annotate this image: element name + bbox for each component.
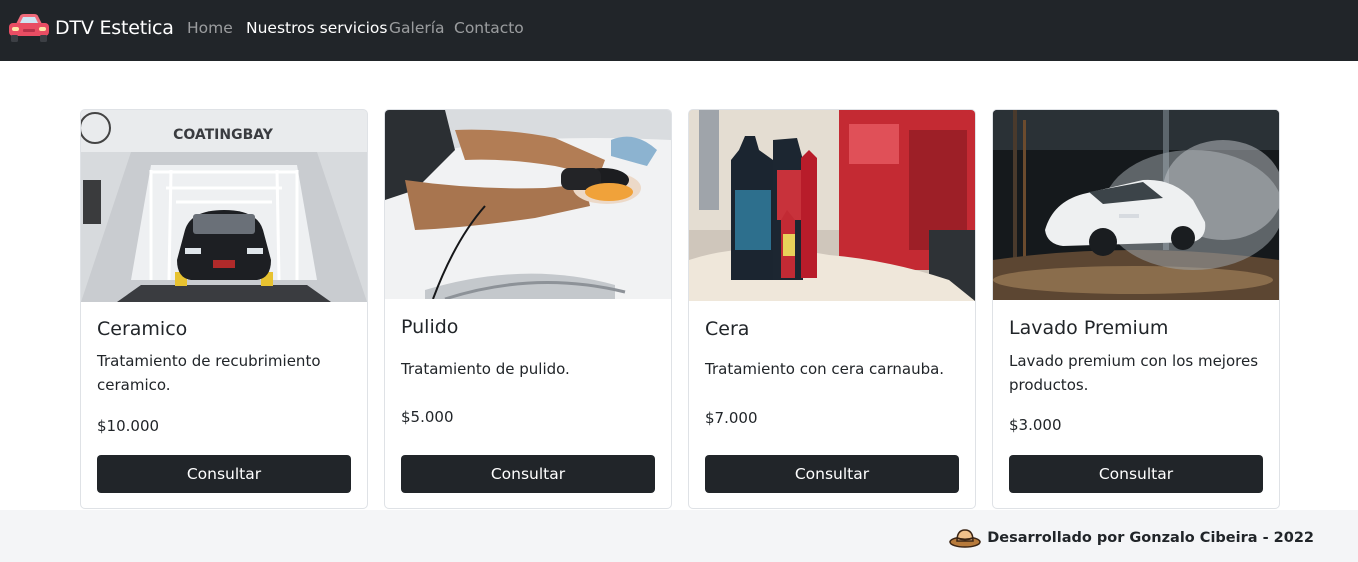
consultar-button-pulido[interactable]: Consultar [401,455,655,493]
coatingbay-sign: COATINGBAY [173,127,274,143]
brand-name: DTV Estetica [55,17,174,39]
card-title-ceramico: Ceramico [97,318,188,340]
nav-link-galeria[interactable]: Galería [389,19,445,37]
service-card-ceramico: COATINGBAY Ceramico Tratamiento de recub… [80,109,368,509]
consultar-button-ceramico[interactable]: Consultar [97,455,351,493]
car-icon [9,14,49,42]
card-image-ceramico: COATINGBAY [81,110,367,302]
service-card-cera: Cera Tratamiento con cera carnauba. $7.0… [688,109,976,509]
footer-credit: Desarrollado por Gonzalo Cibeira - 2022 [949,527,1314,549]
footer: Desarrollado por Gonzalo Cibeira - 2022 [0,510,1358,562]
card-title-lavado-premium: Lavado Premium [1009,317,1169,339]
nav-link-home[interactable]: Home [187,19,233,37]
card-price-cera: $7.000 [705,409,758,427]
card-text-ceramico: Tratamiento de recubrimiento ceramico. [97,352,321,394]
card-price-lavado-premium: $3.000 [1009,416,1062,434]
navbar: DTV Estetica Home Nuestros servicios Gal… [0,0,1358,61]
service-card-lavado-premium: Lavado Premium Lavado premium con los me… [992,109,1280,509]
card-title-cera: Cera [705,318,750,340]
card-image-pulido [385,110,671,299]
card-image-cera [689,110,975,301]
nav-link-contacto[interactable]: Contacto [454,19,524,37]
service-card-pulido: Pulido Tratamiento de pulido. $5.000 Con… [384,109,672,509]
card-title-pulido: Pulido [401,316,459,338]
nav-link-servicios[interactable]: Nuestros servicios [246,19,387,37]
card-text-cera: Tratamiento con cera carnauba. [705,360,945,378]
consultar-button-lavado-premium[interactable]: Consultar [1009,455,1263,493]
footer-text: Desarrollado por Gonzalo Cibeira - 2022 [987,530,1314,546]
card-text-pulido: Tratamiento de pulido. [401,360,570,378]
card-price-ceramico: $10.000 [97,417,160,435]
card-price-pulido: $5.000 [401,408,454,426]
card-image-lavado-premium [993,110,1279,300]
card-text-lavado-premium: Lavado premium con los mejores productos… [1009,352,1259,394]
brand-link[interactable]: DTV Estetica [8,12,174,44]
hat-icon [949,529,981,548]
consultar-button-cera[interactable]: Consultar [705,455,959,493]
